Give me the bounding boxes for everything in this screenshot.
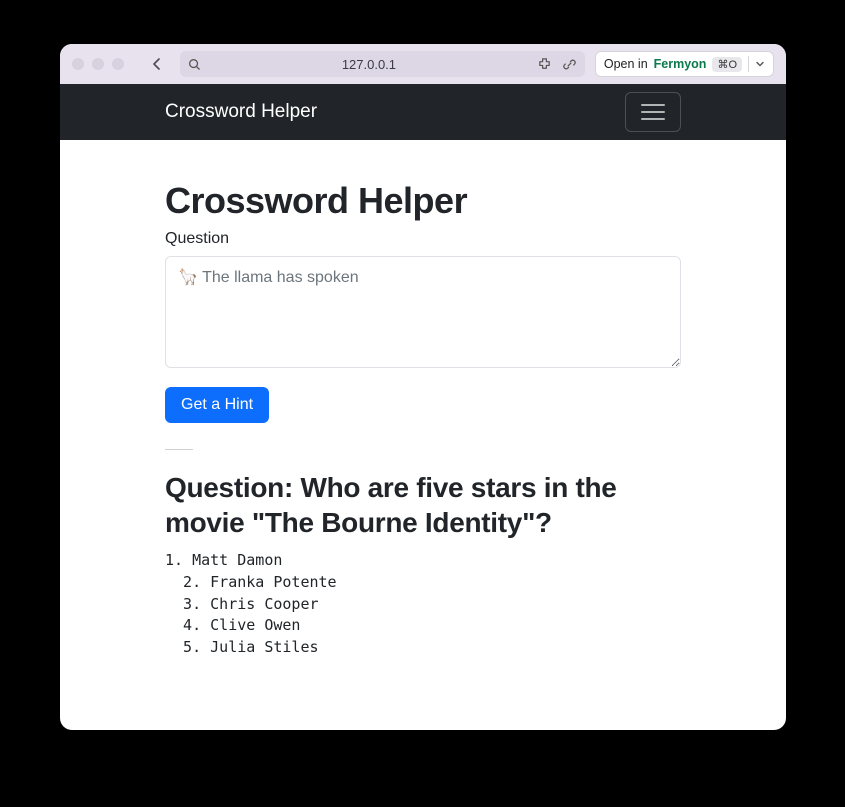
- question-label: Question: [165, 230, 681, 248]
- get-hint-button[interactable]: Get a Hint: [165, 387, 269, 423]
- open-in-fermyon-button[interactable]: Open in Fermyon ⌘O: [595, 51, 774, 77]
- divider: [748, 56, 749, 72]
- search-icon: [188, 58, 201, 71]
- link-icon[interactable]: [562, 57, 577, 72]
- open-in-target: Fermyon: [654, 57, 707, 71]
- close-icon[interactable]: [72, 58, 84, 70]
- back-button[interactable]: [144, 51, 170, 77]
- question-input[interactable]: [165, 256, 681, 368]
- window-controls: [72, 58, 124, 70]
- result-body: 1. Matt Damon 2. Franka Potente 3. Chris…: [165, 550, 681, 659]
- chevron-down-icon[interactable]: [755, 59, 765, 69]
- maximize-icon[interactable]: [112, 58, 124, 70]
- titlebar: 127.0.0.1 Open in Fermyon ⌘O: [60, 44, 786, 84]
- extension-icon[interactable]: [537, 57, 552, 72]
- shortcut-badge: ⌘O: [712, 57, 742, 72]
- page-title: Crossword Helper: [165, 180, 681, 222]
- browser-window: 127.0.0.1 Open in Fermyon ⌘O Crossword H…: [60, 44, 786, 730]
- navbar-toggle-button[interactable]: [625, 92, 681, 132]
- url-text: 127.0.0.1: [207, 57, 531, 72]
- open-in-prefix: Open in: [604, 57, 648, 71]
- result-heading: Question: Who are five stars in the movi…: [165, 470, 681, 540]
- hamburger-icon: [640, 102, 666, 122]
- navbar-brand[interactable]: Crossword Helper: [165, 101, 317, 123]
- page-content: Crossword Helper Crossword Helper Questi…: [60, 84, 786, 730]
- minimize-icon[interactable]: [92, 58, 104, 70]
- address-bar[interactable]: 127.0.0.1: [180, 51, 585, 77]
- divider: [165, 449, 193, 450]
- main-container: Crossword Helper Question Get a Hint Que…: [153, 140, 693, 679]
- navbar: Crossword Helper: [60, 84, 786, 140]
